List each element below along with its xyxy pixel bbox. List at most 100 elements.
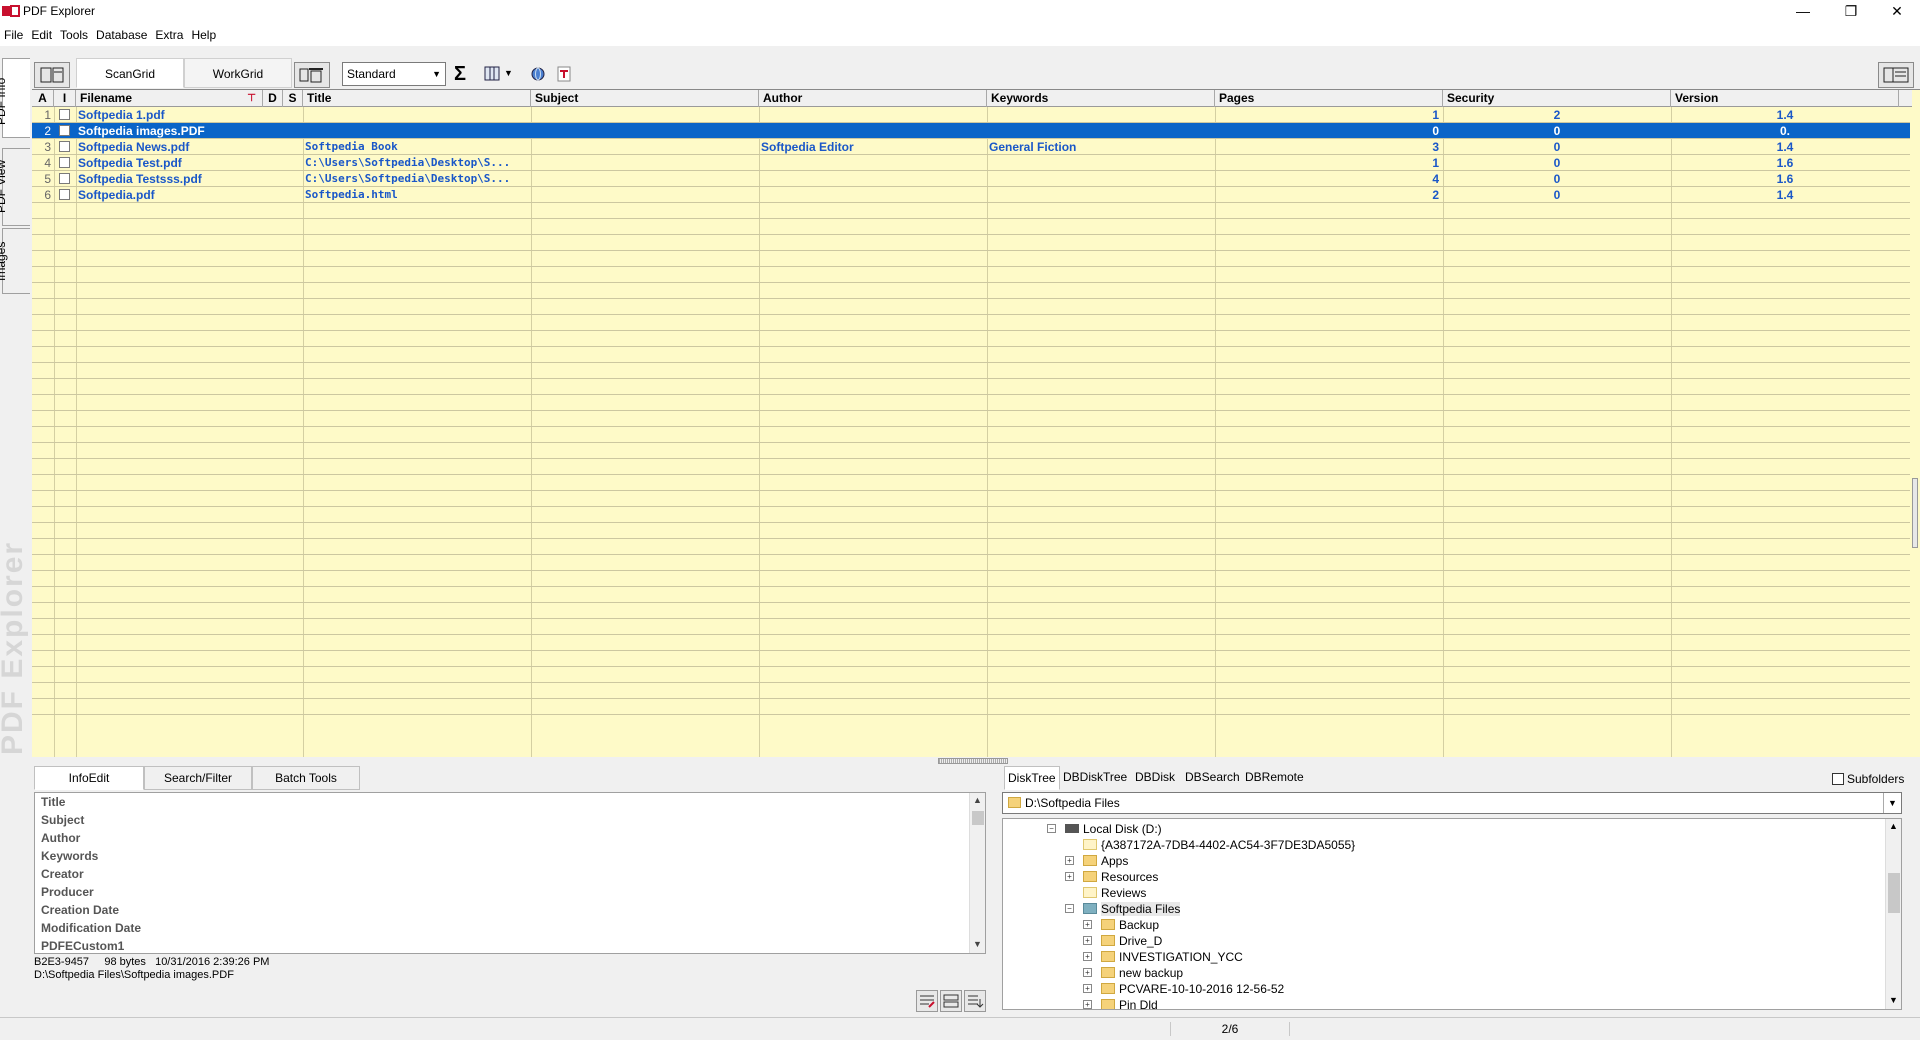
tab-workgrid[interactable]: WorkGrid [184, 58, 292, 88]
tree-node[interactable]: Reviews [1083, 885, 1146, 901]
table-row[interactable]: 3 Softpedia News.pdf Softpedia Book Softped… [32, 139, 1912, 155]
menu-tools[interactable]: Tools [56, 24, 92, 46]
menu-database[interactable]: Database [92, 24, 151, 46]
expand-icon[interactable]: + [1083, 1000, 1092, 1009]
minimize-button[interactable]: — [1780, 0, 1826, 24]
tree-node[interactable]: + Pin Dld [1083, 997, 1158, 1009]
column-header-filename[interactable]: Filename ⊤ [76, 90, 263, 107]
table-row[interactable]: 1 Softpedia 1.pdf 1 2 1.4 [32, 107, 1912, 123]
compare-info-button[interactable] [940, 990, 962, 1012]
info-edit-list[interactable]: Title Subject Author Keywords Creator Pr… [34, 792, 986, 954]
tab-dbdisk[interactable]: DBDisk [1132, 766, 1178, 790]
tree-node[interactable]: + Backup [1083, 917, 1159, 933]
pdf-export-button[interactable] [556, 66, 572, 85]
tree-node[interactable]: + INVESTIGATION_YCC [1083, 949, 1243, 965]
grid-scrollbar[interactable] [1910, 108, 1920, 757]
collapse-icon[interactable]: − [1047, 824, 1056, 833]
row-checkbox[interactable] [59, 125, 70, 136]
column-header-pages[interactable]: Pages [1215, 90, 1443, 107]
tab-scangrid[interactable]: ScanGrid [76, 58, 184, 88]
tab-pdf-info[interactable]: PDF Info [0, 58, 30, 138]
info-field-modification-date[interactable]: Modification Date [41, 921, 141, 935]
chevron-down-icon[interactable]: ▼ [1883, 793, 1901, 813]
tree-node[interactable]: + Resources [1065, 869, 1158, 885]
tab-images[interactable]: Images [0, 228, 30, 294]
column-header-version[interactable]: Version [1671, 90, 1899, 107]
menu-help[interactable]: Help [187, 24, 220, 46]
row-checkbox[interactable] [59, 157, 70, 168]
info-field-pdfecustom1[interactable]: PDFECustom1 [41, 939, 124, 953]
column-header-a[interactable]: A [32, 90, 54, 107]
row-checkbox[interactable] [59, 141, 70, 152]
close-button[interactable]: ✕ [1874, 0, 1920, 24]
expand-icon[interactable]: + [1083, 920, 1092, 929]
info-field-author[interactable]: Author [41, 831, 80, 845]
info-field-creator[interactable]: Creator [41, 867, 84, 881]
tab-dbdisktree[interactable]: DBDiskTree [1060, 766, 1130, 790]
info-scrollbar[interactable]: ▲ ▼ [969, 793, 985, 953]
tab-search-filter[interactable]: Search/Filter [144, 766, 252, 790]
tree-node[interactable]: + new backup [1083, 965, 1183, 981]
row-checkbox[interactable] [59, 173, 70, 184]
row-checkbox[interactable] [59, 109, 70, 120]
table-row[interactable]: 5 Softpedia Testsss.pdf C:\Users\Softpedia… [32, 171, 1912, 187]
column-header-keywords[interactable]: Keywords [987, 90, 1215, 107]
sum-icon[interactable]: Σ [454, 62, 466, 86]
column-header-s[interactable]: S [283, 90, 303, 107]
export-info-button[interactable] [964, 990, 986, 1012]
grid-scroll-thumb[interactable] [1912, 478, 1918, 548]
tree-scroll-thumb[interactable] [1888, 873, 1900, 913]
info-field-creation-date[interactable]: Creation Date [41, 903, 119, 917]
tab-infoedit[interactable]: InfoEdit [34, 766, 144, 790]
tab-batch-tools[interactable]: Batch Tools [252, 766, 360, 790]
tab-dbremote[interactable]: DBRemote [1242, 766, 1307, 790]
subfolders-checkbox[interactable]: Subfolders [1832, 772, 1904, 786]
subfolders-checkbox-box[interactable] [1832, 773, 1844, 785]
column-header-d[interactable]: D [263, 90, 283, 107]
menu-extra[interactable]: Extra [151, 24, 187, 46]
scroll-down-icon[interactable]: ▼ [1889, 995, 1898, 1005]
tab-disktree[interactable]: DiskTree [1004, 766, 1060, 790]
expand-icon[interactable]: + [1083, 968, 1092, 977]
columns-button[interactable] [484, 66, 502, 82]
collapse-icon[interactable]: − [1065, 904, 1074, 913]
tree-node[interactable]: + PCVARE-10-10-2016 12-56-52 [1083, 981, 1284, 997]
scroll-up-icon[interactable]: ▲ [1889, 821, 1898, 831]
export-button[interactable] [530, 66, 546, 85]
column-header-subject[interactable]: Subject [531, 90, 759, 107]
info-field-keywords[interactable]: Keywords [41, 849, 98, 863]
tree-node[interactable]: {A387172A-7DB4-4402-AC54-3F7DE3DA5055} [1083, 837, 1355, 853]
scroll-down-icon[interactable]: ▼ [973, 939, 982, 949]
info-field-producer[interactable]: Producer [41, 885, 94, 899]
column-header-security[interactable]: Security [1443, 90, 1671, 107]
tree-node[interactable]: + Apps [1065, 853, 1128, 869]
menu-file[interactable]: File [0, 24, 27, 46]
layout-toggle-button[interactable] [1878, 62, 1914, 88]
expand-icon[interactable]: + [1083, 984, 1092, 993]
row-checkbox[interactable] [59, 189, 70, 200]
scroll-up-icon[interactable]: ▲ [973, 795, 982, 805]
info-field-title[interactable]: Title [41, 795, 65, 809]
view-select[interactable]: Standard ▼ [342, 62, 446, 86]
menu-edit[interactable]: Edit [27, 24, 56, 46]
delete-grid-button[interactable] [294, 62, 330, 88]
tree-node[interactable]: + Drive_D [1083, 933, 1162, 949]
column-header-author[interactable]: Author [759, 90, 987, 107]
tab-pdf-view[interactable]: PDF View [0, 148, 30, 226]
table-row[interactable]: 2 Softpedia images.PDF 0 0 0. [32, 123, 1912, 139]
info-scroll-thumb[interactable] [972, 811, 984, 825]
table-row[interactable]: 6 Softpedia.pdf Softpedia.html 2 0 1.4 [32, 187, 1912, 203]
restore-button[interactable]: ❐ [1828, 0, 1874, 24]
expand-icon[interactable]: + [1065, 872, 1074, 881]
info-field-subject[interactable]: Subject [41, 813, 84, 827]
column-header-i[interactable]: I [54, 90, 76, 107]
tree-scrollbar[interactable]: ▲ ▼ [1885, 819, 1901, 1009]
tab-dbsearch[interactable]: DBSearch [1182, 766, 1243, 790]
apply-info-button[interactable] [916, 990, 938, 1012]
expand-icon[interactable]: + [1083, 952, 1092, 961]
folder-path-select[interactable]: D:\Softpedia Files ▼ [1002, 792, 1902, 814]
tree-node[interactable]: − Local Disk (D:) [1047, 821, 1162, 837]
panel-splitter[interactable] [938, 758, 1008, 764]
tree-node[interactable]: − Softpedia Files [1065, 901, 1181, 917]
column-header-title[interactable]: Title [303, 90, 531, 107]
